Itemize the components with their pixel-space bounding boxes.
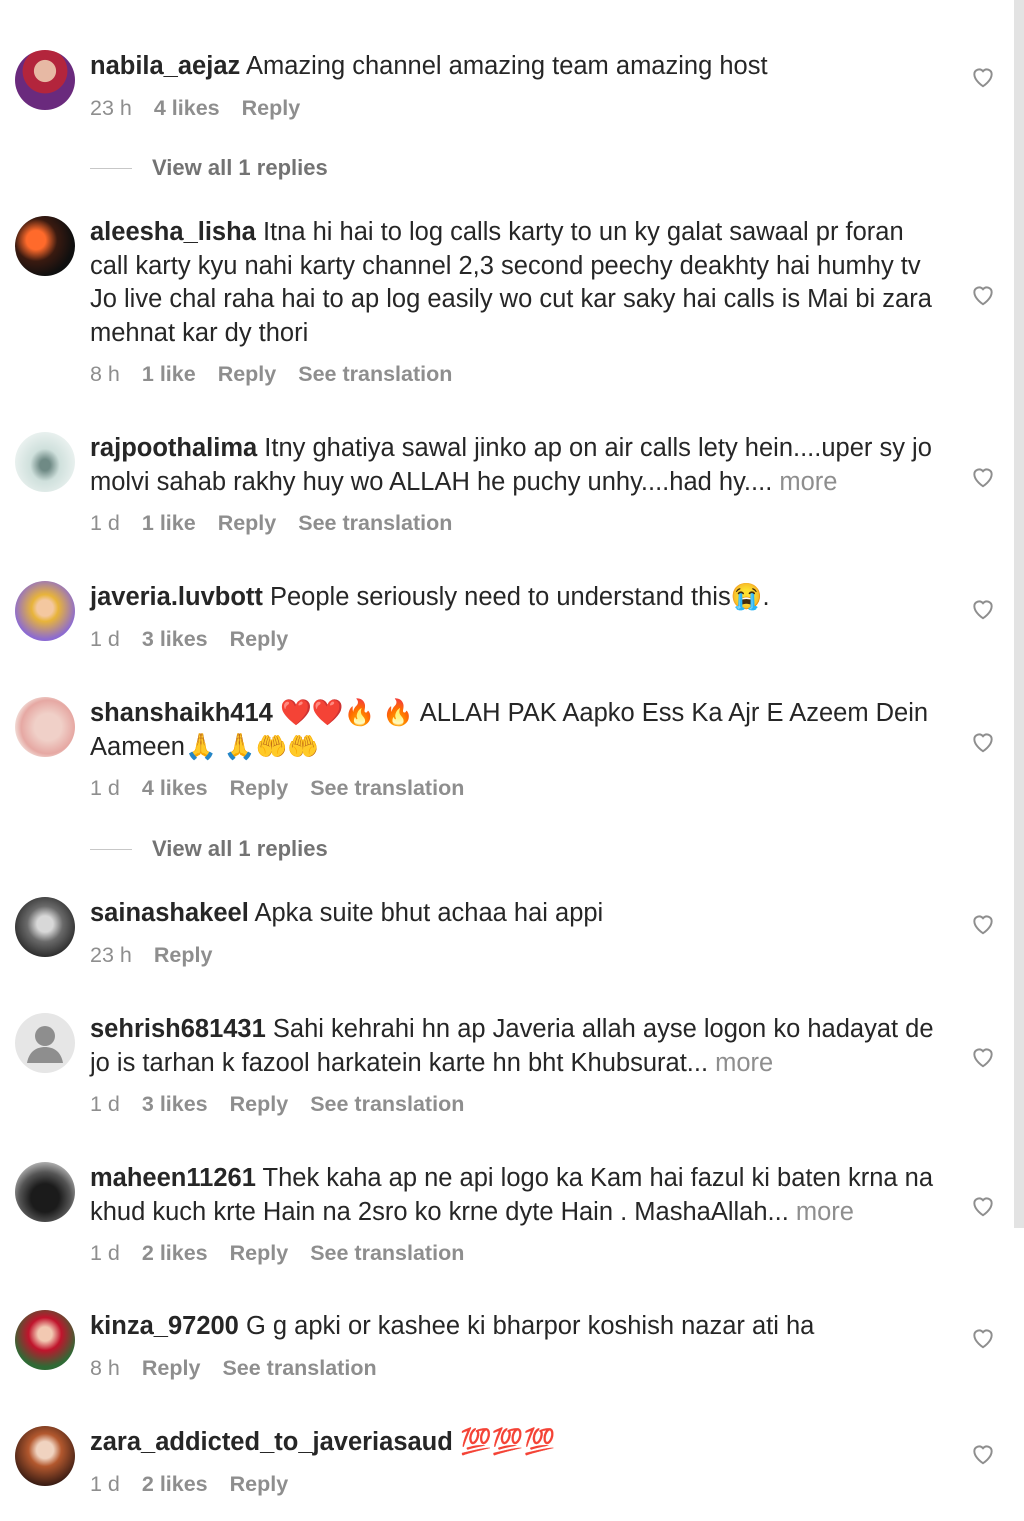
replies-divider [90, 167, 132, 169]
likes-count[interactable]: 3 likes [142, 627, 208, 652]
replies-divider [90, 848, 132, 850]
reply-button[interactable]: Reply [242, 96, 301, 121]
more-link[interactable]: more [715, 1049, 773, 1077]
avatar[interactable] [15, 1013, 75, 1073]
comment-time: 8 h [90, 362, 120, 386]
reply-button[interactable]: Reply [230, 1241, 289, 1266]
heart-icon[interactable] [970, 282, 996, 308]
reply-button[interactable]: Reply [142, 1356, 201, 1381]
avatar[interactable] [15, 50, 75, 110]
comment-username[interactable]: javeria.luvbott [90, 583, 263, 611]
reply-button[interactable]: Reply [154, 943, 213, 968]
comment-username[interactable]: aleesha_lisha [90, 218, 256, 246]
scrollbar[interactable] [1014, 0, 1024, 1228]
more-link[interactable]: more [796, 1198, 854, 1226]
see-translation-button[interactable]: See translation [310, 1241, 464, 1266]
avatar[interactable] [15, 432, 75, 492]
reply-button[interactable]: Reply [218, 511, 277, 536]
see-translation-button[interactable]: See translation [298, 511, 452, 536]
likes-count[interactable]: 2 likes [142, 1241, 208, 1266]
default-avatar-icon [27, 1026, 63, 1063]
avatar[interactable] [15, 1426, 75, 1486]
avatar[interactable] [15, 1310, 75, 1370]
heart-icon[interactable] [970, 64, 996, 90]
heart-icon[interactable] [970, 464, 996, 490]
comment-text: People seriously need to understand this… [269, 583, 770, 611]
comment-text: 💯💯💯 [459, 1428, 556, 1456]
likes-count[interactable]: 1 like [142, 362, 196, 387]
view-replies-label[interactable]: View all 1 replies [152, 836, 328, 862]
reply-button[interactable]: Reply [230, 1472, 289, 1497]
heart-icon[interactable] [970, 729, 996, 755]
reply-button[interactable]: Reply [230, 776, 289, 801]
more-link[interactable]: more [779, 468, 837, 496]
comment-username[interactable]: nabila_aejaz [90, 52, 240, 80]
avatar[interactable] [15, 216, 75, 276]
view-replies-label[interactable]: View all 1 replies [152, 155, 328, 181]
comment-time: 1 d [90, 1471, 120, 1496]
see-translation-button[interactable]: See translation [310, 776, 464, 801]
comment-username[interactable]: rajpoothalima [90, 434, 257, 462]
reply-button[interactable]: Reply [230, 1092, 289, 1117]
comment-text: Apka suite bhut achaa hai appi [254, 899, 604, 927]
comment-time: 8 h [90, 1355, 120, 1380]
view-replies[interactable]: View all 1 replies [90, 836, 328, 862]
heart-icon[interactable] [970, 1441, 996, 1467]
view-replies[interactable]: View all 1 replies [90, 155, 328, 181]
see-translation-button[interactable]: See translation [310, 1092, 464, 1117]
avatar[interactable] [15, 581, 75, 641]
comment-time: 23 h [90, 95, 132, 120]
comment-time: 23 h [90, 942, 132, 967]
comment-username[interactable]: zara_addicted_to_javeriasaud [90, 1428, 453, 1456]
likes-count[interactable]: 4 likes [154, 96, 220, 121]
avatar[interactable] [15, 1162, 75, 1222]
likes-count[interactable]: 3 likes [142, 1092, 208, 1117]
comment-username[interactable]: sainashakeel [90, 899, 249, 927]
heart-icon[interactable] [970, 1193, 996, 1219]
comment-text: Amazing channel amazing team amazing hos… [245, 52, 768, 80]
avatar[interactable] [15, 697, 75, 757]
heart-icon[interactable] [970, 596, 996, 622]
comment-time: 1 d [90, 511, 120, 535]
likes-count[interactable]: 1 like [142, 511, 196, 536]
reply-button[interactable]: Reply [218, 362, 277, 387]
likes-count[interactable]: 2 likes [142, 1472, 208, 1497]
comment-username[interactable]: sehrish681431 [90, 1015, 266, 1043]
comment-time: 1 d [90, 776, 120, 800]
reply-button[interactable]: Reply [230, 627, 289, 652]
heart-icon[interactable] [970, 1044, 996, 1070]
comment-time: 1 d [90, 626, 120, 651]
avatar[interactable] [15, 897, 75, 957]
comment-username[interactable]: shanshaikh414 [90, 699, 273, 727]
see-translation-button[interactable]: See translation [222, 1356, 376, 1381]
heart-icon[interactable] [970, 1325, 996, 1351]
see-translation-button[interactable]: See translation [298, 362, 452, 387]
comment-username[interactable]: kinza_97200 [90, 1312, 239, 1340]
heart-icon[interactable] [970, 911, 996, 937]
comment-text: G g apki or kashee ki bharpor koshish na… [245, 1312, 815, 1340]
comment-time: 1 d [90, 1241, 120, 1265]
comment-time: 1 d [90, 1092, 120, 1116]
likes-count[interactable]: 4 likes [142, 776, 208, 801]
comment-username[interactable]: maheen11261 [90, 1164, 256, 1192]
